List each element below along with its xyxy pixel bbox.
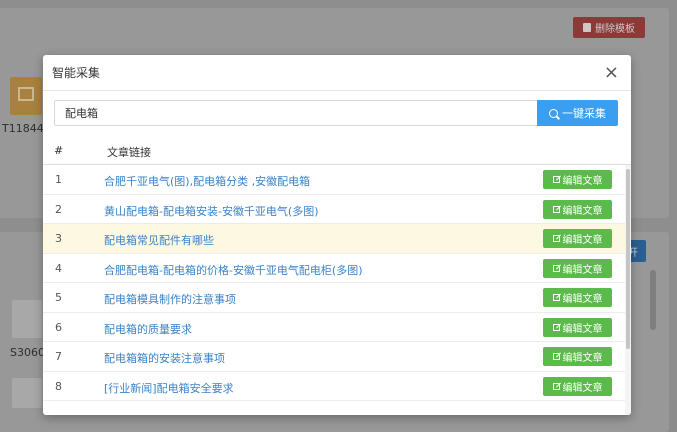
modal-scrollbar[interactable] [625, 165, 631, 415]
trash-icon [583, 23, 591, 32]
column-header-article-link: 文章链接 [107, 146, 151, 159]
row-number: 6 [55, 320, 62, 334]
row-number: 7 [55, 350, 62, 363]
table-header: # 文章链接 [43, 136, 631, 165]
row-number: 4 [55, 261, 62, 275]
edit-icon [552, 294, 560, 301]
delete-template-label: 删除模板 [595, 24, 635, 35]
table-row: 3 配电箱常见配件有哪些 编辑文章 [43, 224, 625, 254]
table-row: 4 合肥配电箱-配电箱的价格-安徽千亚电气配电柜(多图) 编辑文章 [43, 254, 625, 283]
article-link[interactable]: 黄山配电箱-配电箱安装-安徽千亚电气(多图) [104, 203, 319, 219]
keyword-input[interactable] [54, 100, 537, 126]
table-row: 7 配电箱箱的安装注意事项 编辑文章 [43, 342, 625, 372]
search-bar: 一键采集 [54, 100, 618, 126]
template-file-icon[interactable] [10, 77, 42, 115]
document-file-icon[interactable] [12, 300, 42, 338]
article-link[interactable]: [行业新闻]配电箱安全要求 [104, 380, 234, 396]
article-link[interactable]: 合肥配电箱-配电箱的价格-安徽千亚电气配电柜(多图) [104, 262, 363, 278]
modal-title: 智能采集 [52, 66, 101, 80]
edit-icon [552, 264, 560, 272]
edit-article-button[interactable]: 编辑文章 [543, 317, 612, 337]
document-item-label: S3060 [10, 346, 45, 359]
scroll-thumb[interactable] [626, 169, 630, 349]
column-header-number: # [54, 144, 64, 157]
edit-article-label: 编辑文章 [562, 264, 603, 276]
edit-article-button[interactable]: 编辑文章 [543, 170, 612, 189]
edit-article-label: 编辑文章 [562, 235, 603, 246]
edit-icon [552, 235, 560, 242]
edit-icon [552, 176, 560, 183]
edit-article-label: 编辑文章 [562, 205, 603, 217]
smart-collect-modal: 智能采集 × 一键采集 # 文章链接 1 合肥千亚电气(图),配电箱分类 ,安徽… [43, 55, 631, 415]
table-row: 6 配电箱的质量要求 编辑文章 [43, 313, 625, 342]
edit-article-label: 编辑文章 [562, 353, 603, 364]
collect-button-label: 一键采集 [562, 107, 606, 120]
row-number: 2 [55, 202, 62, 216]
modal-header: 智能采集 × [43, 55, 631, 91]
row-number: 3 [55, 232, 62, 245]
edit-article-button[interactable]: 编辑文章 [543, 258, 612, 278]
table-row: 8 [行业新闻]配电箱安全要求 编辑文章 [43, 372, 625, 401]
table-row: 5 配电箱模具制作的注意事项 编辑文章 [43, 283, 625, 313]
article-link[interactable]: 合肥千亚电气(图),配电箱分类 ,安徽配电箱 [104, 173, 310, 189]
article-link[interactable]: 配电箱箱的安装注意事项 [104, 350, 225, 366]
search-icon [549, 108, 558, 118]
one-click-collect-button[interactable]: 一键采集 [537, 100, 618, 126]
edit-article-label: 编辑文章 [562, 176, 603, 187]
table-row: 2 黄山配电箱-配电箱安装-安徽千亚电气(多图) 编辑文章 [43, 195, 625, 224]
close-icon[interactable]: × [604, 63, 619, 82]
edit-article-button[interactable]: 编辑文章 [543, 199, 612, 219]
edit-article-label: 编辑文章 [562, 382, 603, 394]
edit-article-label: 编辑文章 [562, 323, 603, 335]
edit-article-button[interactable]: 编辑文章 [543, 347, 612, 366]
article-link[interactable]: 配电箱常见配件有哪些 [104, 232, 214, 248]
edit-icon [552, 323, 560, 331]
edit-article-button[interactable]: 编辑文章 [543, 376, 612, 396]
edit-article-button[interactable]: 编辑文章 [543, 229, 612, 248]
edit-article-label: 编辑文章 [562, 294, 603, 305]
table-row: 1 合肥千亚电气(图),配电箱分类 ,安徽配电箱 编辑文章 [43, 165, 625, 195]
background-scrollbar[interactable] [650, 270, 656, 330]
row-number: 1 [55, 173, 62, 186]
edit-icon [552, 205, 560, 213]
document-file-icon[interactable] [12, 378, 42, 408]
article-link[interactable]: 配电箱的质量要求 [104, 321, 192, 337]
row-number: 5 [55, 291, 62, 304]
article-link[interactable]: 配电箱模具制作的注意事项 [104, 291, 236, 307]
edit-icon [552, 353, 560, 360]
edit-article-button[interactable]: 编辑文章 [543, 288, 612, 307]
delete-template-button[interactable]: 删除模板 [573, 17, 645, 38]
edit-icon [552, 382, 560, 390]
row-number: 8 [55, 379, 62, 393]
article-list: 1 合肥千亚电气(图),配电箱分类 ,安徽配电箱 编辑文章 2 黄山配电箱-配电… [43, 165, 625, 401]
